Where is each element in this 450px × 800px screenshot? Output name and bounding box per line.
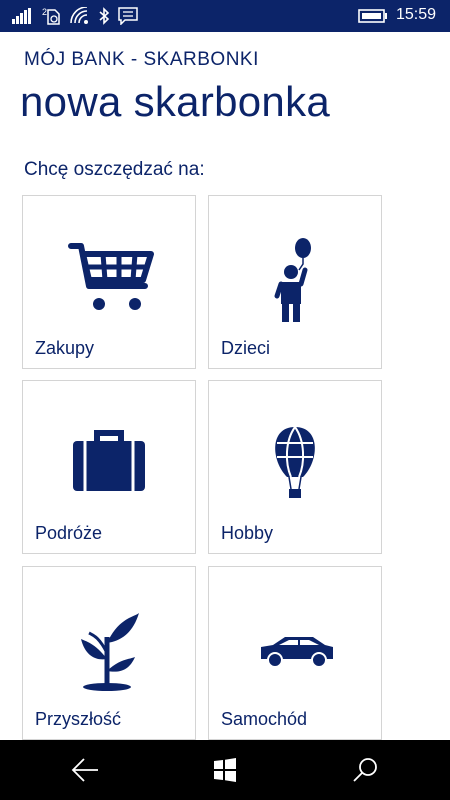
car-icon bbox=[261, 637, 333, 668]
category-tile-samochod[interactable]: Samochód bbox=[208, 566, 382, 740]
start-button[interactable] bbox=[180, 740, 270, 800]
category-label: Dzieci bbox=[221, 338, 271, 358]
category-label: Samochód bbox=[221, 709, 308, 729]
suitcase-icon bbox=[73, 430, 145, 491]
category-tile-zakupy[interactable]: Zakupy bbox=[22, 195, 196, 369]
battery-icon bbox=[358, 9, 387, 23]
section-label: Chcę oszczędzać na: bbox=[24, 159, 205, 180]
shopping-cart-icon bbox=[68, 243, 154, 310]
status-bar: 2 15:59 bbox=[0, 0, 450, 32]
category-tile-hobby[interactable]: Hobby bbox=[208, 380, 382, 554]
app-title: MÓJ BANK - SKARBONKI bbox=[24, 49, 259, 70]
nav-bar bbox=[0, 740, 450, 800]
search-button[interactable] bbox=[320, 740, 410, 800]
windows-start-icon bbox=[214, 758, 236, 782]
page-title: nowa skarbonka bbox=[20, 78, 331, 125]
back-arrow-icon bbox=[71, 758, 98, 782]
category-label: Przyszłość bbox=[35, 709, 122, 729]
signal-icon bbox=[12, 8, 31, 24]
hot-air-balloon-icon bbox=[275, 426, 315, 498]
screen: 2 15:59 MÓJ BANK - SKARBONKI nowa skarbo… bbox=[0, 0, 450, 800]
status-time: 15:59 bbox=[395, 6, 436, 23]
wifi-icon bbox=[70, 7, 88, 24]
search-icon bbox=[353, 758, 377, 782]
back-button[interactable] bbox=[40, 740, 130, 800]
category-label: Hobby bbox=[221, 523, 274, 543]
plant-sprout-icon bbox=[81, 613, 139, 691]
category-label: Podróże bbox=[35, 523, 103, 543]
bluetooth-icon bbox=[99, 7, 110, 25]
notification-icon bbox=[118, 7, 138, 25]
svg-text:2: 2 bbox=[42, 7, 47, 17]
child-with-balloon-icon bbox=[274, 238, 311, 322]
category-tile-dzieci[interactable]: Dzieci bbox=[208, 195, 382, 369]
category-tile-podroze[interactable]: Podróże bbox=[22, 380, 196, 554]
category-label: Zakupy bbox=[35, 338, 95, 358]
sim-icon: 2 bbox=[42, 7, 60, 25]
category-tile-przyszlosc[interactable]: Przyszłość bbox=[22, 566, 196, 740]
